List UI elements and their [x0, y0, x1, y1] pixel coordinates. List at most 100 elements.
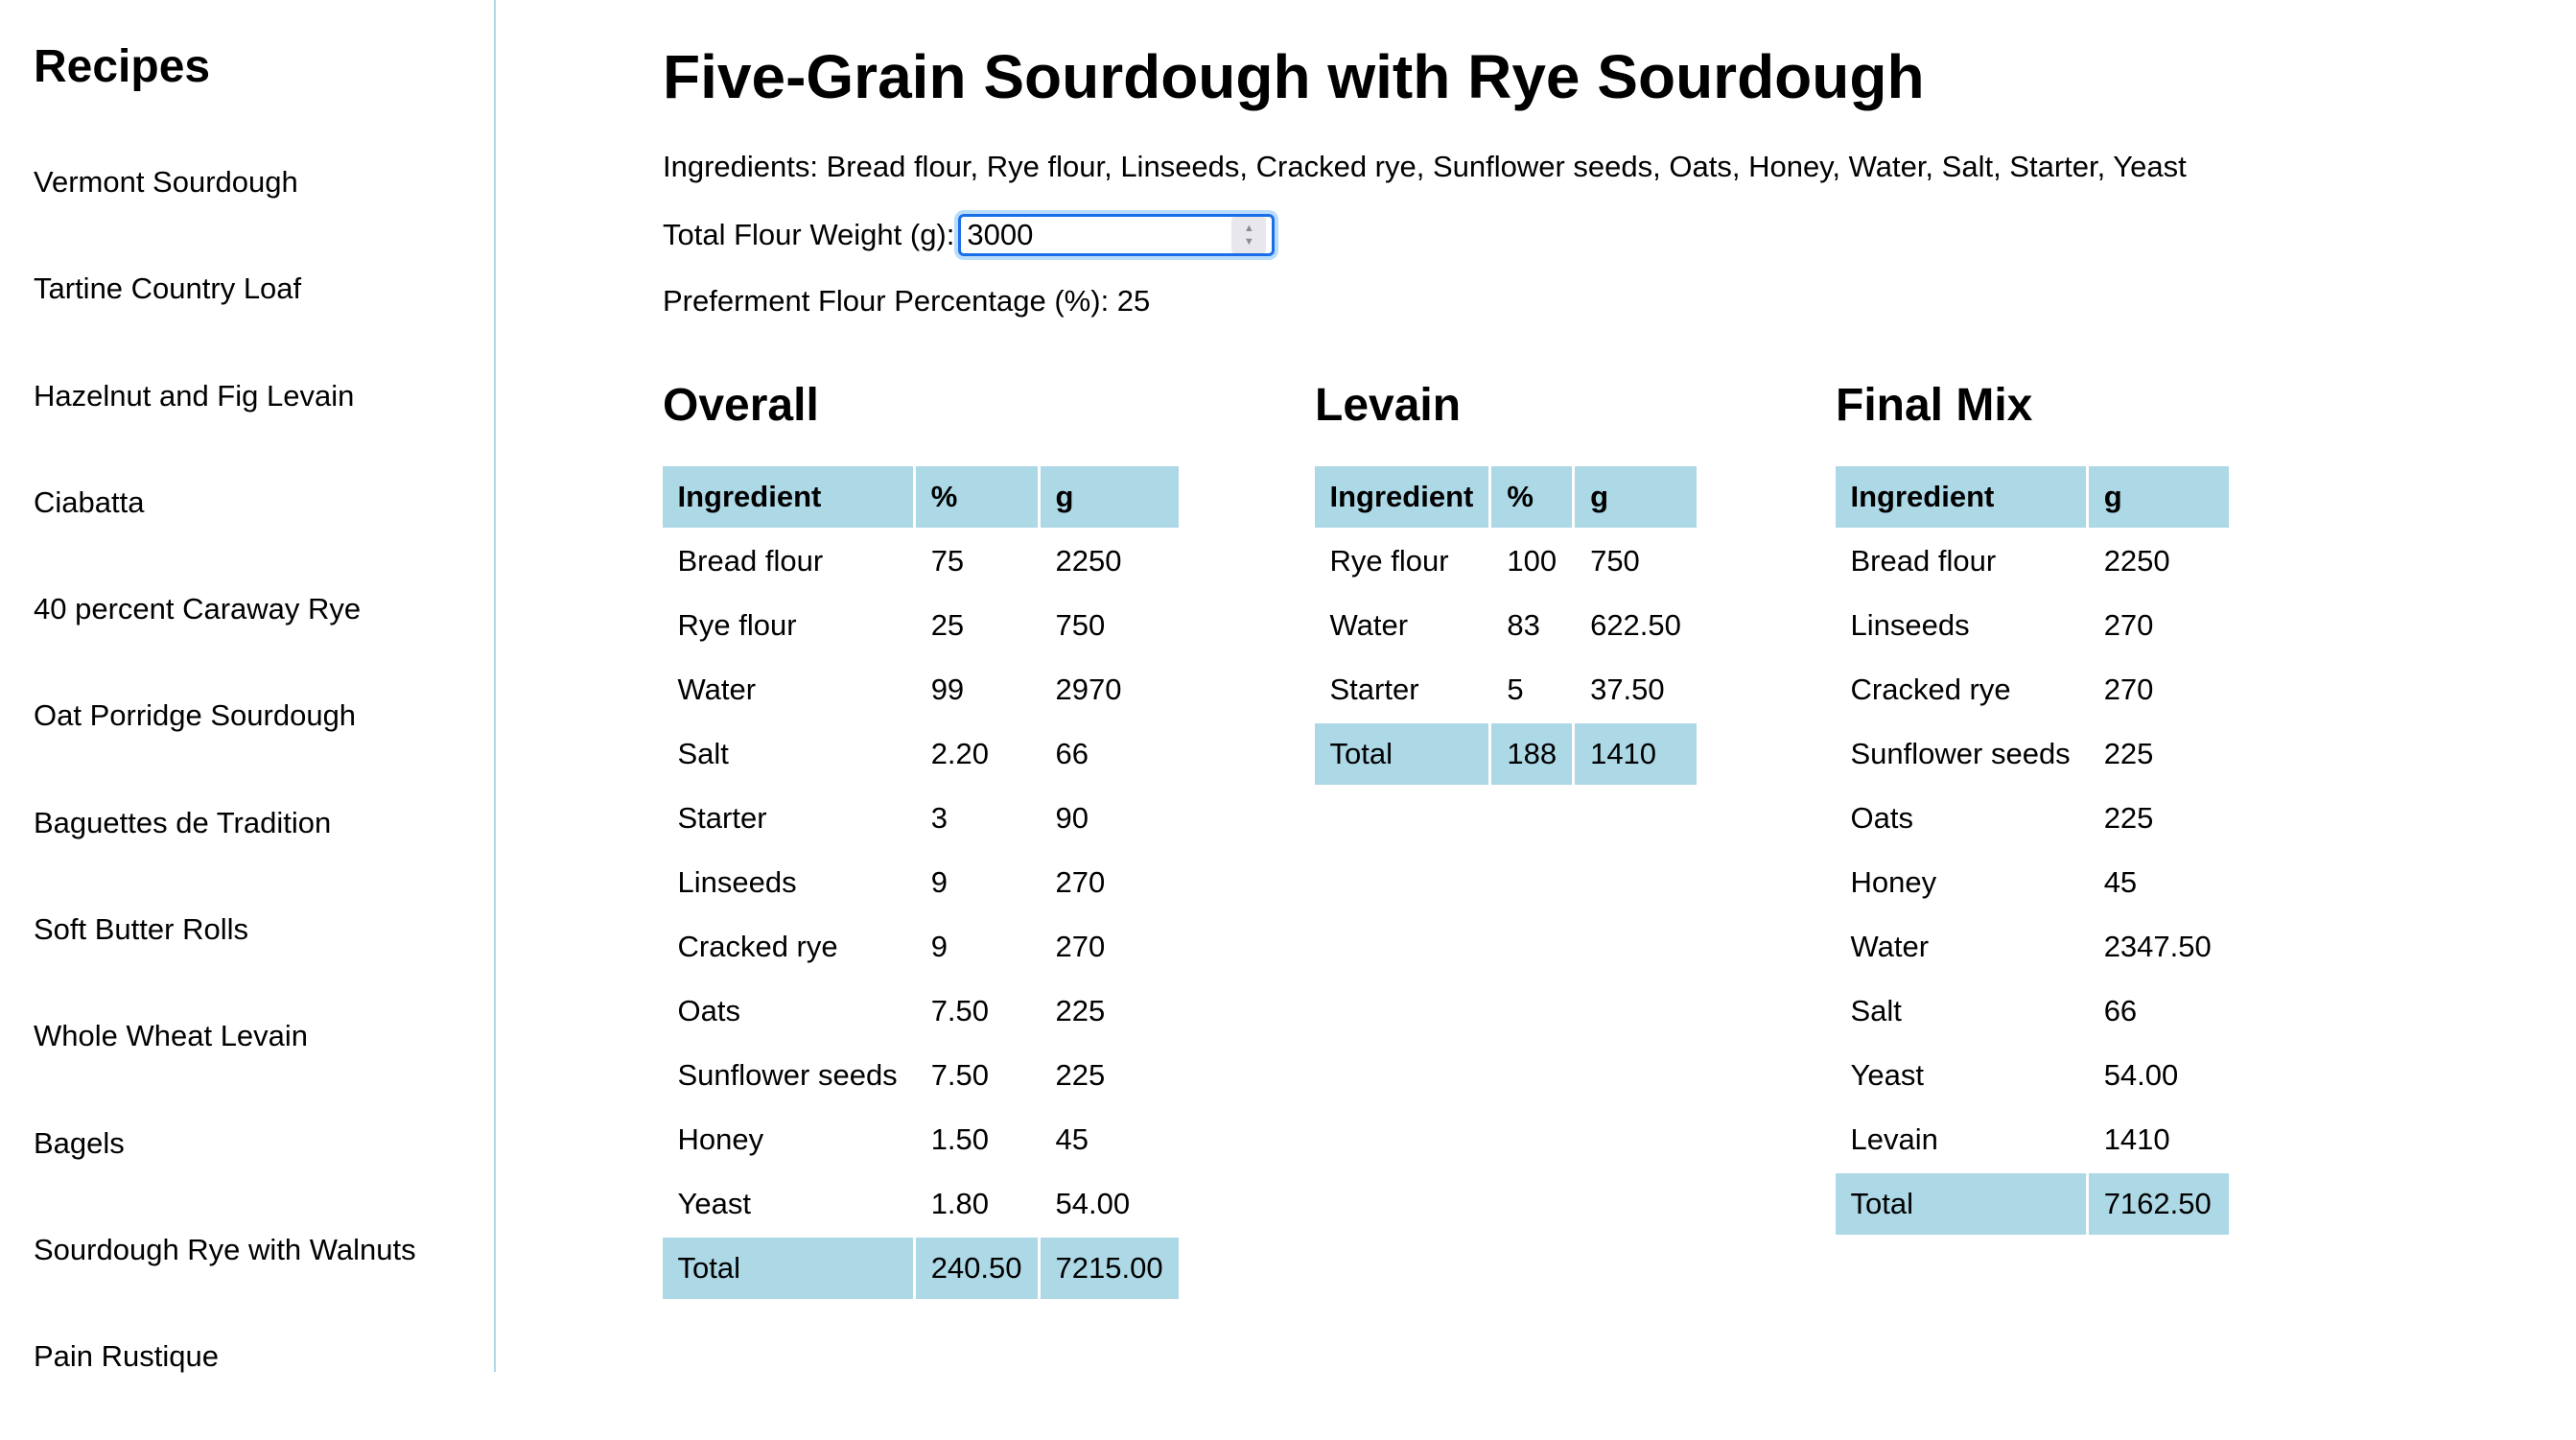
value-cell: 25 [930, 608, 965, 642]
recipe-link[interactable]: Whole Wheat Levain [34, 1012, 416, 1119]
table-row: Sunflower seeds 225 [1836, 723, 2229, 785]
total-value-cell: 188 [1491, 723, 1573, 785]
total-label-cell: Total [1835, 1173, 2086, 1235]
table-row: Yeast 1.80 54.00 [663, 1173, 1179, 1235]
column-header: Ingredient [1314, 466, 1489, 528]
value-cell: 270 [1055, 865, 1106, 899]
value-cell: 83 [1507, 608, 1540, 642]
table-row: Salt 66 [1836, 980, 2229, 1042]
final-mix-heading: Final Mix [1836, 380, 2033, 431]
value-cell: 270 [1055, 930, 1106, 963]
total-value-cell: 7162.50 [2088, 1173, 2229, 1235]
value-cell: 2.20 [930, 737, 990, 770]
ingredient-cell: Yeast [1850, 1058, 1924, 1092]
table-header-row: Ingredient % g [662, 466, 1179, 528]
table-row: Levain 1410 [1836, 1109, 2229, 1170]
value-cell: 66 [2103, 994, 2138, 1027]
recipe-link[interactable]: Vermont Sourdough [34, 158, 416, 265]
ingredient-cell: Water [677, 673, 757, 706]
table-row: Starter 3 90 [663, 788, 1179, 849]
preferment-percentage: Preferment Flour Percentage (%): 25 [663, 284, 1151, 318]
recipe-link[interactable]: Sourdough Rye with Walnuts [34, 1226, 416, 1333]
ingredient-cell: Cracked rye [677, 930, 838, 963]
chevron-down-icon[interactable]: ▼ [1244, 235, 1254, 248]
value-cell: 37.50 [1590, 673, 1665, 706]
value-cell: 270 [2103, 673, 2154, 706]
ingredient-cell: Levain [1850, 1122, 1938, 1156]
table-row: Water 2347.50 [1836, 916, 2229, 978]
value-cell: 2250 [2103, 544, 2170, 578]
recipe-link[interactable]: Baguettes de Tradition [34, 799, 416, 906]
table-row: Cracked rye 270 [1836, 659, 2229, 720]
recipe-link[interactable]: Ciabatta [34, 479, 416, 585]
column-header: % [1491, 466, 1573, 528]
flour-weight-label: Total Flour Weight (g): [663, 218, 955, 251]
levain-heading: Levain [1315, 380, 1462, 431]
recipe-link[interactable]: Tartine Country Loaf [34, 265, 416, 371]
ingredient-cell: Bread flour [1850, 544, 1997, 578]
table-row: Rye flour 25 750 [663, 595, 1179, 656]
value-cell: 54.00 [2103, 1058, 2179, 1092]
recipe-link[interactable]: Bagels [34, 1120, 416, 1226]
ingredient-cell: Salt [1850, 994, 1902, 1027]
recipe-link[interactable]: 40 percent Caraway Rye [34, 585, 416, 692]
table-row: Honey 1.50 45 [663, 1109, 1179, 1170]
ingredient-cell: Rye flour [677, 608, 797, 642]
ingredient-cell: Honey [677, 1122, 764, 1156]
ingredients-list: Ingredients: Bread flour, Rye flour, Lin… [663, 150, 2187, 183]
ingredient-cell: Honey [1850, 865, 1937, 899]
value-cell: 2250 [1055, 544, 1122, 578]
ingredient-cell: Sunflower seeds [1850, 737, 2071, 770]
chevron-up-icon[interactable]: ▲ [1244, 222, 1254, 235]
flour-weight-value: 3000 [967, 218, 1034, 251]
table-row: Linseeds 9 270 [663, 852, 1179, 913]
total-value-cell: 240.50 [915, 1238, 1038, 1299]
ingredient-cell: Water [1850, 930, 1930, 963]
value-cell: 1410 [2103, 1122, 2170, 1156]
value-cell: 2970 [1055, 673, 1122, 706]
column-header: g [2088, 466, 2229, 528]
value-cell: 225 [2103, 737, 2154, 770]
table-row: Water 83 622.50 [1315, 595, 1697, 656]
column-header: Ingredient [1835, 466, 2086, 528]
value-cell: 7.50 [930, 1058, 990, 1092]
ingredient-cell: Linseeds [677, 865, 797, 899]
value-cell: 225 [1055, 1058, 1106, 1092]
ingredient-cell: Water [1329, 608, 1409, 642]
sidebar-heading: Recipes [34, 41, 211, 92]
value-cell: 225 [1055, 994, 1106, 1027]
table-row: Bread flour 75 2250 [663, 531, 1179, 592]
table-row: Linseeds 270 [1836, 595, 2229, 656]
recipe-link[interactable]: Hazelnut and Fig Levain [34, 372, 416, 479]
final-mix-table: Ingredient g Bread flour 2250 Linseeds 270 C… [1833, 463, 2232, 1238]
column-header: % [915, 466, 1038, 528]
value-cell: 66 [1055, 737, 1089, 770]
table-row: Cracked rye 9 270 [663, 916, 1179, 978]
ingredient-cell: Bread flour [677, 544, 824, 578]
value-cell: 100 [1507, 544, 1557, 578]
value-cell: 750 [1055, 608, 1106, 642]
table-header-row: Ingredient g [1835, 466, 2229, 528]
table-row: Salt 2.20 66 [663, 723, 1179, 785]
ingredient-cell: Yeast [677, 1187, 751, 1220]
recipe-link[interactable]: Pain Rustique [34, 1333, 416, 1439]
value-cell: 54.00 [1055, 1187, 1131, 1220]
flour-weight-input[interactable]: 3000 ▲ ▼ [958, 214, 1276, 256]
total-row: Total 188 1410 [1314, 723, 1697, 785]
recipe-link[interactable]: Soft Butter Rolls [34, 906, 416, 1012]
ingredient-cell: Linseeds [1850, 608, 1970, 642]
recipe-link[interactable]: Oat Porridge Sourdough [34, 692, 416, 798]
value-cell: 45 [2103, 865, 2138, 899]
table-row: Oats 7.50 225 [663, 980, 1179, 1042]
ingredient-cell: Oats [677, 994, 740, 1027]
value-cell: 5 [1507, 673, 1524, 706]
value-cell: 99 [930, 673, 965, 706]
number-spinner[interactable]: ▲ ▼ [1231, 217, 1267, 253]
recipe-title: Five-Grain Sourdough with Rye Sourdough [663, 42, 1925, 111]
value-cell: 75 [930, 544, 965, 578]
column-header: g [1575, 466, 1697, 528]
levain-table: Ingredient % g Rye flour 100 750 Water 83 622… [1312, 463, 1699, 788]
value-cell: 3 [930, 801, 948, 835]
value-cell: 750 [1590, 544, 1640, 578]
value-cell: 1.50 [930, 1122, 990, 1156]
